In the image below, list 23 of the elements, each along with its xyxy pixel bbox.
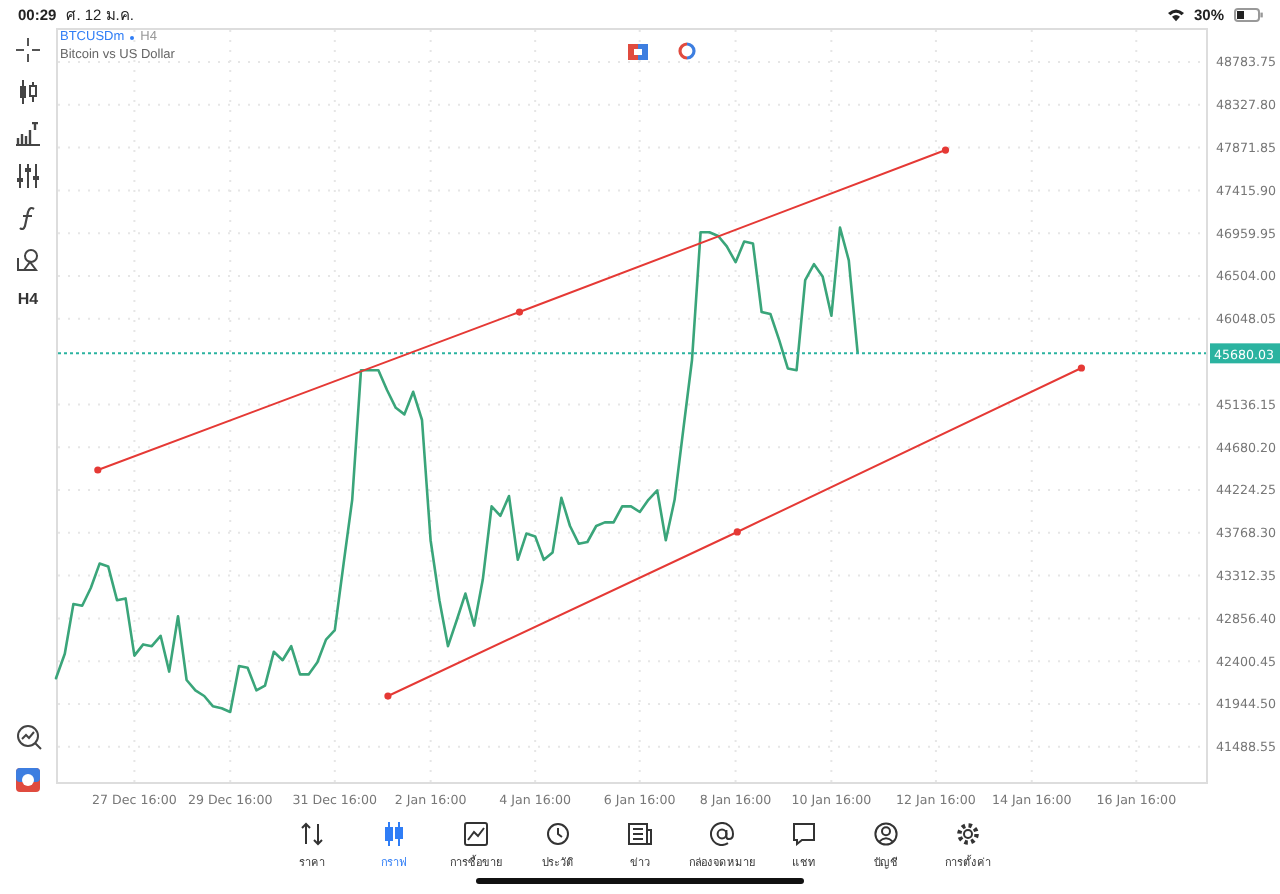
wifi-icon [1167, 7, 1184, 21]
at-sign-icon [710, 821, 734, 845]
app-logo-icon[interactable] [16, 768, 40, 792]
trend-chart-icon [464, 821, 488, 845]
history-icon [546, 821, 570, 845]
candles-icon [382, 821, 406, 845]
bar-chart-icon[interactable] [16, 122, 40, 146]
timeframe-button[interactable]: H4 [17, 290, 39, 308]
sliders-icon[interactable] [16, 164, 40, 188]
chat-bubble-icon [792, 821, 816, 845]
separator-dot [130, 36, 135, 40]
shapes-icon[interactable] [16, 248, 40, 272]
arrows-icon [300, 821, 324, 845]
trade-icon[interactable] [628, 43, 648, 59]
settings-icon [956, 821, 980, 845]
candles-icon[interactable] [16, 80, 40, 104]
chart-search-icon[interactable] [15, 724, 41, 750]
battery-icon [1234, 7, 1264, 21]
function-icon[interactable] [16, 206, 40, 230]
ring-icon[interactable] [678, 42, 696, 60]
news-icon [628, 821, 652, 845]
account-icon [874, 821, 898, 845]
crosshair-icon[interactable] [16, 38, 40, 62]
